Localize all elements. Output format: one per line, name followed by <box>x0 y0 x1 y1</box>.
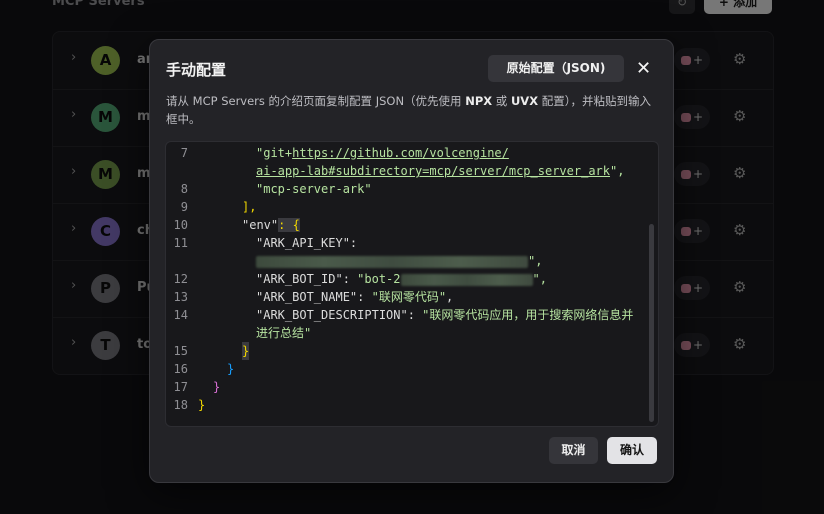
manual-config-dialog: 手动配置 原始配置（JSON) ✕ 请从 MCP Servers 的介绍页面复制… <box>149 39 674 483</box>
editor-scrollbar[interactable] <box>649 224 654 422</box>
close-icon: ✕ <box>636 58 652 79</box>
url-link[interactable]: https://github.com/volcengine/ <box>292 146 509 160</box>
cancel-button[interactable]: 取消 <box>549 437 598 464</box>
confirm-button[interactable]: 确认 <box>607 437 657 464</box>
dialog-title: 手动配置 <box>166 61 227 79</box>
dialog-description: 请从 MCP Servers 的介绍页面复制配置 JSON（优先使用 NPX 或… <box>166 94 651 126</box>
url-link[interactable]: ai-app-lab#subdirectory=mcp/server/mcp_s… <box>256 164 610 178</box>
json-editor[interactable]: 7 "git+https://github.com/volcengine/ ai… <box>165 141 659 427</box>
line-number: 7 <box>180 146 188 160</box>
redacted-value <box>256 255 528 268</box>
redacted-value <box>400 273 533 286</box>
raw-config-button[interactable]: 原始配置（JSON) <box>488 55 624 82</box>
close-button[interactable]: ✕ <box>636 58 651 79</box>
